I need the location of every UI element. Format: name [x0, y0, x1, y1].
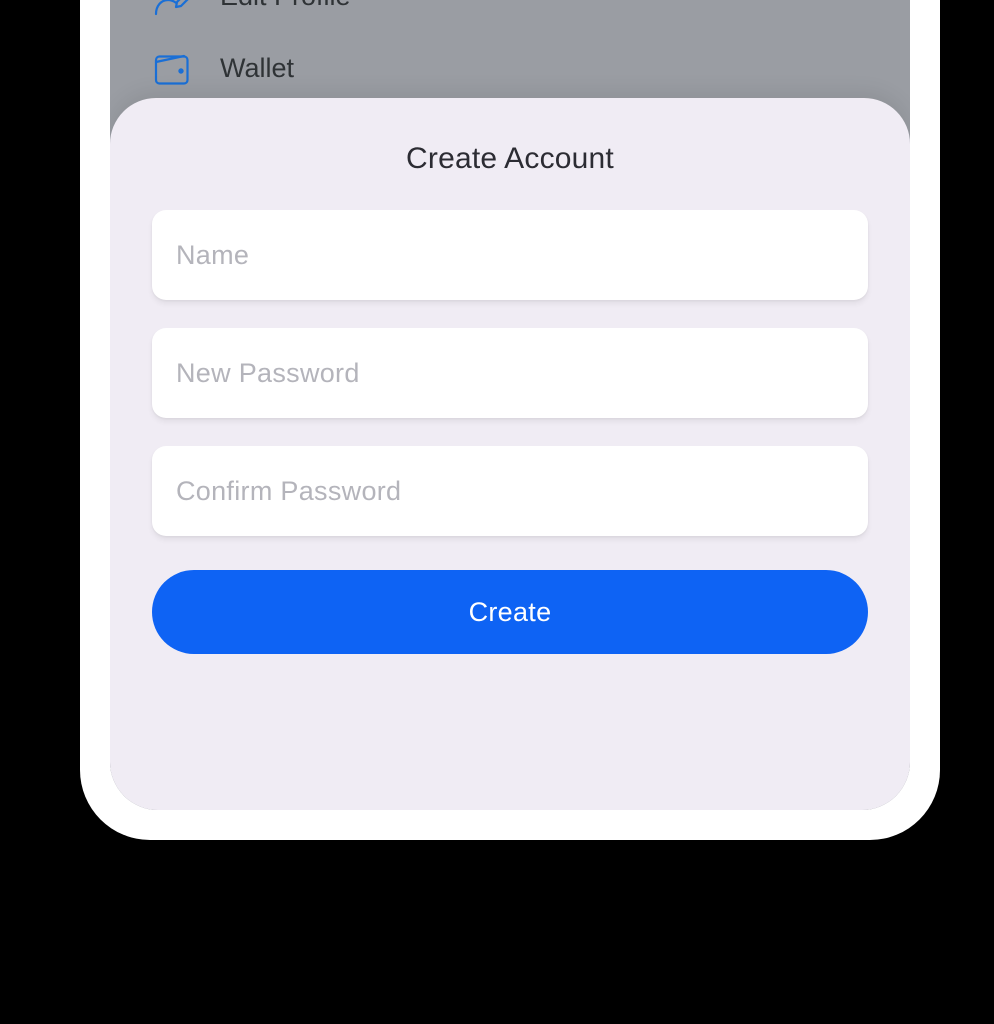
settings-menu-list: Edit Profile Wallet: [110, 0, 910, 104]
menu-item-edit-profile[interactable]: Edit Profile: [150, 0, 870, 32]
create-account-sheet: Create Account Create: [110, 98, 910, 810]
phone-device-frame: Edit Profile Wallet Create Account: [80, 0, 940, 840]
edit-profile-icon: [150, 0, 220, 18]
new-password-input[interactable]: [152, 328, 868, 418]
wallet-icon: [150, 46, 220, 90]
menu-item-wallet[interactable]: Wallet: [150, 32, 870, 104]
menu-item-label: Wallet: [220, 53, 294, 84]
phone-screen: Edit Profile Wallet Create Account: [110, 0, 910, 810]
confirm-password-input[interactable]: [152, 446, 868, 536]
menu-item-label: Edit Profile: [220, 0, 351, 12]
name-input[interactable]: [152, 210, 868, 300]
sheet-title: Create Account: [152, 142, 868, 176]
create-button[interactable]: Create: [152, 570, 868, 654]
